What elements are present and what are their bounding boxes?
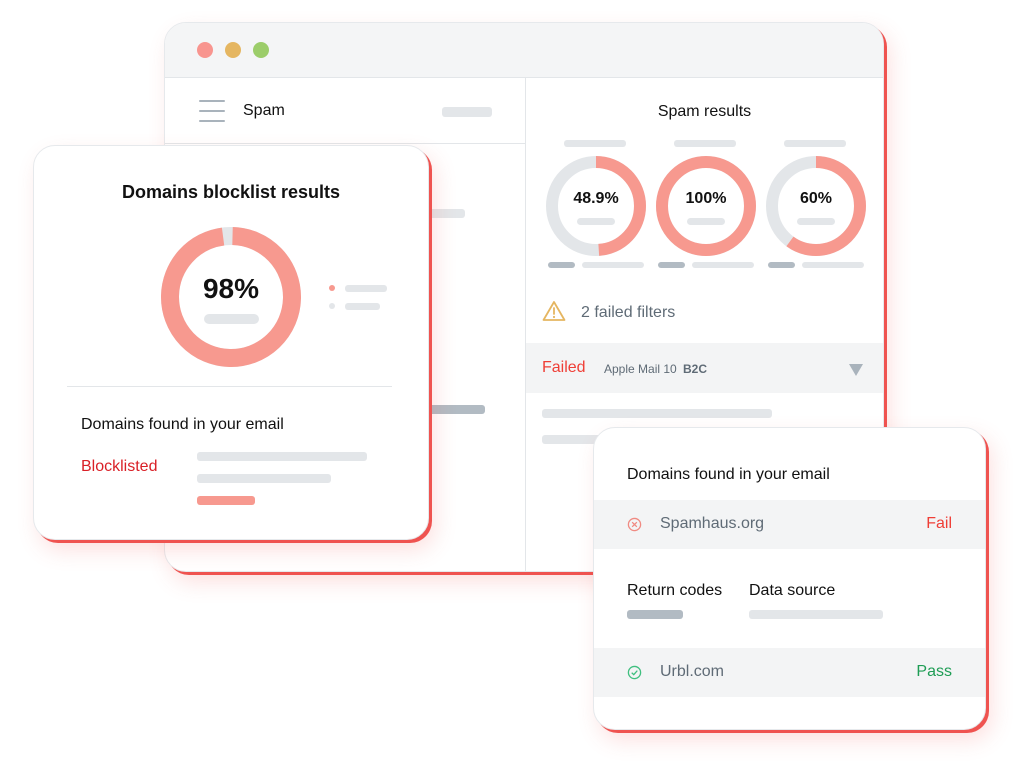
hamburger-icon[interactable] <box>199 100 225 122</box>
maximize-window-button[interactable] <box>253 42 269 58</box>
gauge-value: 60% <box>799 190 833 207</box>
data-source-header: Data source <box>749 582 836 599</box>
filter-client: Apple Mail 10 <box>604 362 677 376</box>
close-window-button[interactable] <box>197 42 213 58</box>
domains-found-card: Domains found in your email Spamhaus.org… <box>593 427 986 730</box>
gauge-value: 48.9% <box>573 190 619 207</box>
placeholder-bar <box>442 107 492 117</box>
gauge-value: 100% <box>685 190 727 207</box>
card-title: Domains blocklist results <box>121 182 341 202</box>
window-titlebar <box>165 23 883 78</box>
section-title: Domains found in your email <box>81 416 284 433</box>
gauge-label-placeholder <box>784 140 846 147</box>
donut-sub-placeholder <box>204 314 259 324</box>
domain-row[interactable]: Spamhaus.org Fail <box>594 500 985 549</box>
divider <box>67 386 392 387</box>
failed-filter-row[interactable]: Failed Apple Mail 10 B2C <box>526 343 883 393</box>
blocklist-percent: 98% <box>202 273 260 304</box>
legend-text-placeholder <box>802 262 864 268</box>
placeholder-bar <box>197 452 367 461</box>
filter-tag: B2C <box>683 362 708 376</box>
domain-status: Fail <box>926 515 952 532</box>
placeholder-bar-highlight <box>197 496 255 505</box>
legend-text-placeholder <box>345 285 387 292</box>
spam-results-title: Spam results <box>657 103 752 120</box>
legend-text-placeholder <box>582 262 644 268</box>
gauge-2: 100% <box>656 140 756 270</box>
failed-filters-count: 2 failed filters <box>581 304 676 321</box>
domain-row[interactable]: Urbl.com Pass <box>594 648 985 697</box>
domain-name: Spamhaus.org <box>660 515 765 532</box>
warning-triangle-icon <box>542 301 566 321</box>
legend-key <box>548 262 575 268</box>
pane-title: Spam <box>243 102 285 119</box>
blocklisted-status: Blocklisted <box>81 458 158 475</box>
return-code-placeholder <box>627 610 683 619</box>
legend-text-placeholder <box>692 262 754 268</box>
gauge-sub-placeholder <box>797 218 835 225</box>
gauge-label-placeholder <box>564 140 626 147</box>
gauge-sub-placeholder <box>687 218 725 225</box>
legend-key <box>658 262 685 268</box>
legend-text-placeholder <box>345 303 380 310</box>
data-source-placeholder <box>749 610 883 619</box>
domain-name: Urbl.com <box>660 663 725 680</box>
x-circle-icon <box>627 517 642 532</box>
left-pane-header: Spam <box>165 78 525 144</box>
legend-dot-blocklisted <box>329 285 335 291</box>
placeholder-bar <box>197 474 331 483</box>
placeholder-bar <box>542 409 772 418</box>
legend-key <box>768 262 795 268</box>
gauge-sub-placeholder <box>577 218 615 225</box>
return-codes-header: Return codes <box>627 582 723 599</box>
card-title: Domains found in your email <box>627 466 830 483</box>
domain-status: Pass <box>916 663 952 680</box>
filter-status: Failed <box>542 359 586 376</box>
blocklist-results-card: Domains blocklist results 98% Domains fo… <box>33 145 429 540</box>
chevron-down-icon[interactable] <box>849 364 863 376</box>
check-circle-icon <box>627 665 642 680</box>
failed-filters-notice: 2 failed filters <box>526 288 883 338</box>
gauge-3: 60% <box>766 140 866 270</box>
legend-dot-clean <box>329 303 335 309</box>
gauge-label-placeholder <box>674 140 736 147</box>
minimize-window-button[interactable] <box>225 42 241 58</box>
gauge-1: 48.9% <box>546 140 646 270</box>
